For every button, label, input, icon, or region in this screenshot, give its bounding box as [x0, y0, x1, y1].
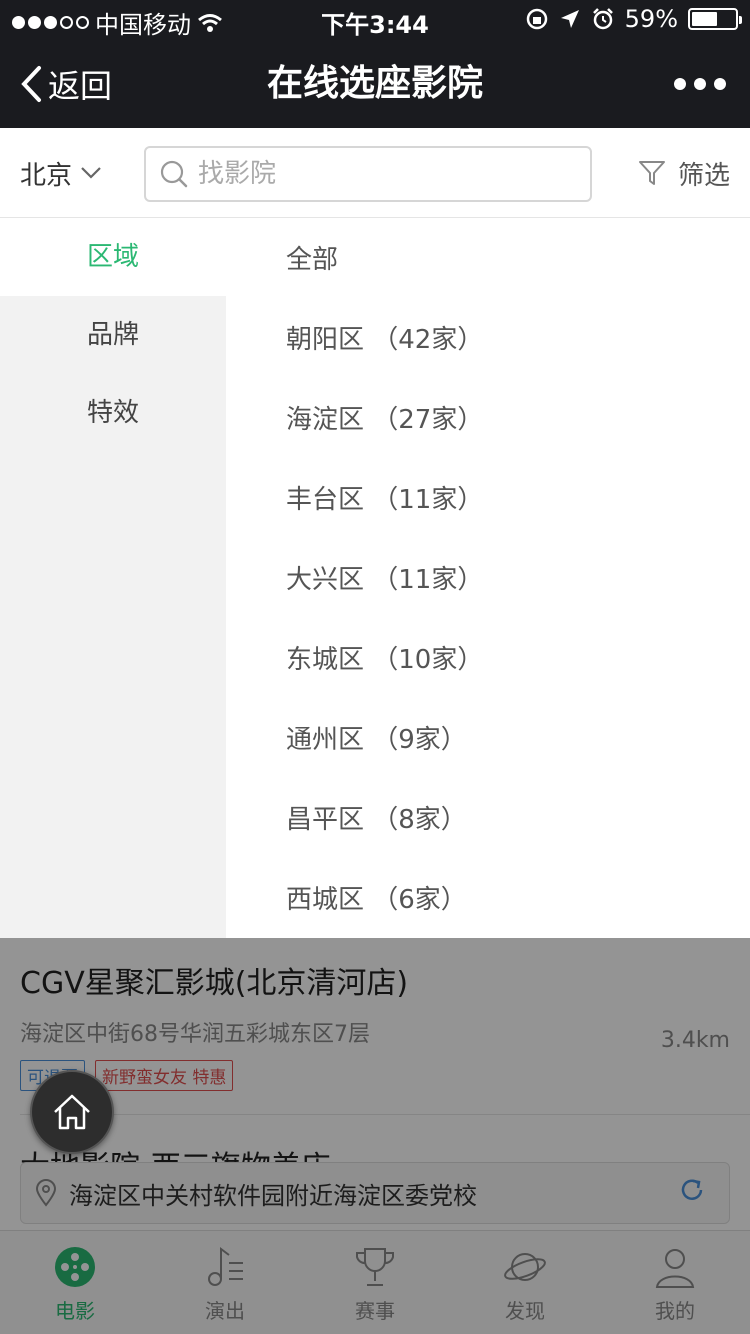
floating-home-button[interactable]	[30, 1070, 114, 1154]
location-text: 海淀区中关村软件园附近海淀区委党校	[69, 1181, 477, 1210]
filter-category-list: 区域 品牌 特效	[0, 218, 226, 938]
filter-option-all[interactable]: 全部	[226, 220, 750, 300]
rotation-lock-icon	[526, 8, 547, 30]
trophy-icon	[356, 1248, 394, 1286]
status-bar: 中国移动 下午3:44 59%	[0, 0, 750, 40]
more-dot-icon	[694, 78, 706, 90]
back-button[interactable]: 返回	[20, 40, 112, 128]
navigation-bar: 返回 在线选座影院	[0, 40, 750, 128]
filter-label: 筛选	[677, 160, 730, 191]
promo-tag: 新野蛮女友 特惠	[95, 1060, 234, 1091]
search-row: 北京 筛选	[0, 128, 750, 218]
location-pin-icon	[35, 1179, 57, 1207]
planet-icon	[504, 1253, 546, 1281]
page-title: 在线选座影院	[266, 63, 483, 104]
refresh-icon[interactable]	[679, 1177, 705, 1203]
filter-option-district[interactable]: 昌平区 （8家）	[226, 780, 750, 860]
tab-discover[interactable]: 发现	[450, 1231, 600, 1334]
city-selector[interactable]: 北京	[20, 128, 102, 218]
cinema-name: CGV星聚汇影城(北京清河店)	[20, 966, 409, 1001]
filter-category-brand[interactable]: 品牌	[0, 296, 226, 374]
tab-label: 演出	[205, 1299, 245, 1323]
filter-option-district[interactable]: 朝阳区 （42家）	[226, 300, 750, 380]
filter-option-district[interactable]: 丰台区 （11家）	[226, 460, 750, 540]
status-right: 59%	[525, 5, 742, 33]
filter-option-district[interactable]: 东城区 （10家）	[226, 620, 750, 700]
filter-option-district[interactable]: 通州区 （9家）	[226, 700, 750, 780]
more-dot-icon	[674, 78, 686, 90]
cinema-card[interactable]: CGV星聚汇影城(北京清河店) 海淀区中街68号华润五彩城东区7层 3.4km …	[20, 958, 730, 1091]
more-menu-button[interactable]	[674, 40, 726, 128]
city-label: 北京	[20, 160, 73, 191]
tab-label: 我的	[655, 1299, 695, 1323]
search-input[interactable]	[198, 159, 558, 189]
filter-option-district[interactable]: 海淀区 （27家）	[226, 380, 750, 460]
search-icon	[160, 160, 188, 188]
search-box[interactable]	[144, 146, 592, 202]
battery-percent: 59%	[624, 5, 678, 33]
chevron-left-icon	[21, 66, 41, 102]
tab-events[interactable]: 赛事	[300, 1231, 450, 1334]
tab-label: 电影	[55, 1299, 95, 1323]
back-label: 返回	[48, 67, 113, 105]
filter-option-district[interactable]: 大兴区 （11家）	[226, 540, 750, 620]
filter-category-effects[interactable]: 特效	[0, 374, 226, 452]
cinema-address: 海淀区中街68号华润五彩城东区7层	[20, 1022, 370, 1047]
current-location-bar[interactable]: 海淀区中关村软件园附近海淀区委党校	[20, 1162, 730, 1224]
chevron-down-icon	[81, 167, 101, 179]
more-dot-icon	[714, 78, 726, 90]
battery-icon	[688, 8, 742, 30]
bottom-tab-bar: 电影 演出 赛事 发现 我的	[0, 1230, 750, 1334]
alarm-icon	[592, 8, 613, 30]
list-divider	[20, 1114, 750, 1115]
tab-label: 发现	[505, 1299, 545, 1323]
cinema-distance: 3.4km	[660, 1028, 730, 1053]
filter-option-district[interactable]: 西城区 （6家）	[226, 860, 750, 940]
cinema-tags: 可退票 新野蛮女友 特惠	[20, 1060, 730, 1091]
filter-option-list: 全部 朝阳区 （42家） 海淀区 （27家） 丰台区 （11家） 大兴区 （11…	[226, 218, 750, 938]
filter-category-region[interactable]: 区域	[0, 218, 226, 296]
filter-funnel-icon	[638, 161, 665, 185]
tab-label: 赛事	[355, 1299, 395, 1323]
tab-movies[interactable]: 电影	[0, 1231, 150, 1334]
tab-shows[interactable]: 演出	[150, 1231, 300, 1334]
tab-profile[interactable]: 我的	[600, 1231, 750, 1334]
home-icon	[54, 1094, 90, 1130]
cinema-list: CGV星聚汇影城(北京清河店) 海淀区中街68号华润五彩城东区7层 3.4km …	[0, 938, 750, 1230]
music-note-icon	[208, 1247, 243, 1286]
filter-button[interactable]: 筛选	[638, 128, 730, 218]
location-arrow-icon	[560, 10, 579, 28]
user-icon	[655, 1249, 695, 1288]
film-reel-icon	[55, 1247, 95, 1287]
